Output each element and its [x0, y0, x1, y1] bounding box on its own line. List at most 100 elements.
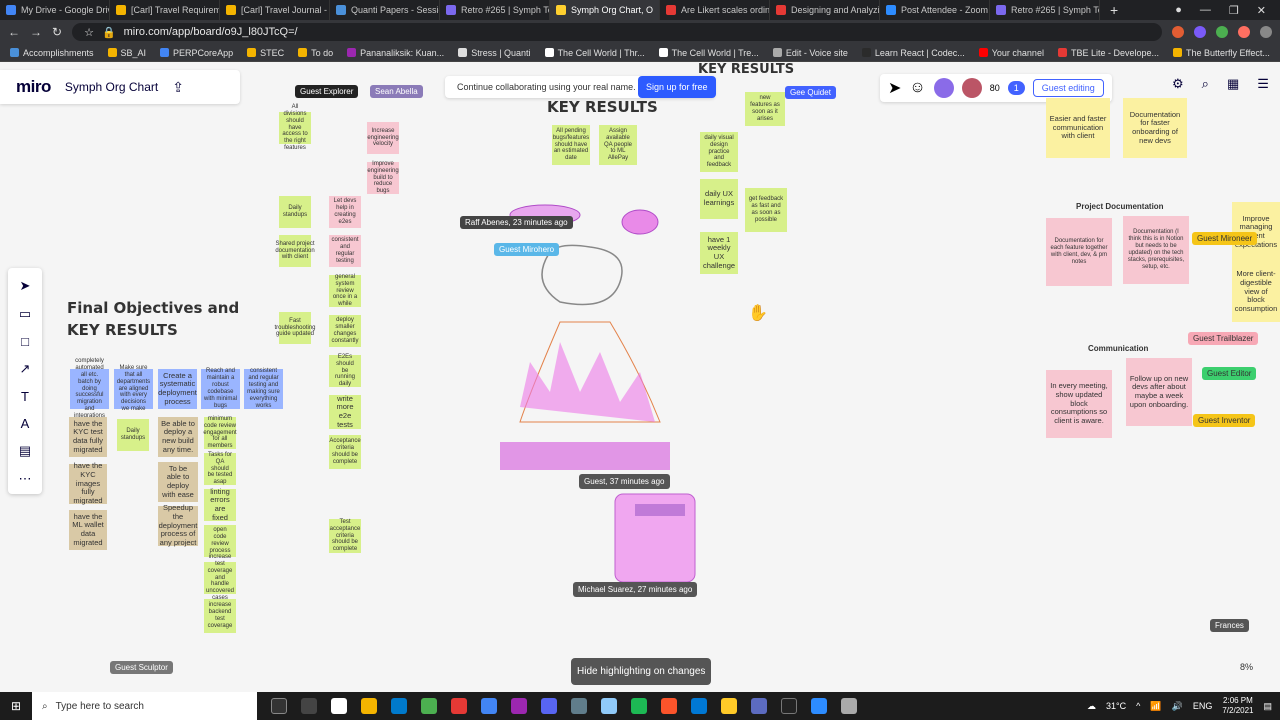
back-icon[interactable]: ← — [8, 25, 20, 39]
url-field[interactable]: ☆ 🔒 miro.com/app/board/o9J_l80JTcQ=/ — [72, 23, 1162, 41]
bookmark-item[interactable]: Your channel — [978, 48, 1044, 58]
bookmark-item[interactable]: The Cell World | Thr... — [544, 48, 645, 58]
sticky-note[interactable]: get feedback as fast and as soon as poss… — [745, 188, 787, 232]
search-icon[interactable]: ⌕ — [1202, 76, 1209, 92]
cortana-icon[interactable] — [271, 698, 287, 714]
browser-tab[interactable]: Post Attendee - Zoom — [880, 0, 990, 20]
sticky-note[interactable]: have 1 weekly UX challenge — [700, 232, 738, 274]
sticky-note[interactable]: Acceptance criteria should be complete — [329, 435, 361, 469]
task-view-icon[interactable] — [301, 698, 317, 714]
guest-editing-dropdown[interactable]: Guest editing — [1032, 79, 1104, 97]
discord-icon[interactable] — [541, 698, 557, 714]
sticky-note[interactable]: Documentation for each feature together … — [1046, 218, 1112, 286]
browser-tab[interactable]: [Carl] Travel Journal - Gr — [220, 0, 330, 20]
app-icon[interactable] — [751, 698, 767, 714]
sticky-note[interactable]: minimum code review engagement for all m… — [203, 416, 236, 450]
sticky-note[interactable]: new features as soon as it arises — [745, 92, 785, 126]
hide-highlighting-button[interactable]: Hide highlighting on changes — [571, 658, 712, 685]
volume-icon[interactable]: 🔊 — [1172, 701, 1183, 712]
browser-tab[interactable]: Are Likert scales ordinal — [660, 0, 770, 20]
miro-board-canvas[interactable]: miro Symph Org Chart ⇪ Guest Explorer Se… — [0, 62, 1280, 692]
pen-tool-icon[interactable]: A — [21, 416, 30, 431]
board-title[interactable]: Symph Org Chart — [65, 80, 158, 94]
select-tool-icon[interactable]: ➤ — [20, 278, 31, 294]
avatar[interactable] — [933, 78, 954, 98]
sticky-note[interactable]: completely automated all etc. batch by d… — [70, 358, 109, 419]
sticky-note[interactable]: Daily standups — [117, 419, 149, 451]
new-tab-button[interactable]: + — [1100, 0, 1128, 20]
sticky-note[interactable]: Speedup the deployment process of any pr… — [158, 504, 198, 547]
sticky-note[interactable]: E2Es should be running daily — [329, 354, 361, 387]
maximize-icon[interactable]: ❐ — [1229, 4, 1239, 17]
sticky-note[interactable]: Documentation for faster onboarding of n… — [1123, 98, 1187, 158]
clock[interactable]: 2:06 PM 7/2/2021 — [1222, 696, 1253, 715]
bookmark-item[interactable]: Stress | Quanti — [458, 48, 531, 58]
hand-raise-count[interactable]: 1 — [1007, 81, 1025, 95]
browser-tab[interactable]: Designing and Analyzing — [770, 0, 880, 20]
app-icon[interactable] — [571, 698, 587, 714]
sticky-note[interactable]: daily UX learnings — [700, 179, 738, 219]
sticky-note[interactable]: increase test coverage and handle uncove… — [204, 554, 236, 601]
start-menu-icon[interactable]: ⊞ — [0, 699, 32, 713]
extension-icon[interactable] — [1194, 26, 1206, 38]
notes-icon[interactable]: ☰ — [1257, 76, 1269, 92]
bookmark-item[interactable]: STEC — [247, 48, 284, 58]
sticky-note[interactable]: Create a systematic deployment process — [158, 369, 197, 409]
app-icon[interactable] — [781, 698, 797, 714]
bookmark-item[interactable]: To do — [298, 48, 333, 58]
brave-icon[interactable] — [661, 698, 677, 714]
sticky-note[interactable]: Test acceptance criteria should be compl… — [329, 519, 361, 553]
sticky-note[interactable]: have the ML wallet data migrated — [69, 510, 107, 550]
spotify-icon[interactable] — [631, 698, 647, 714]
text-tool-icon[interactable]: T — [21, 389, 29, 404]
sticky-note[interactable]: Tasks for QA should be tested asap — [204, 452, 236, 485]
sticky-note[interactable]: Assign available QA people to ML AllePay — [599, 125, 637, 165]
settings-sliders-icon[interactable]: ⚙ — [1172, 76, 1184, 92]
app-icon[interactable] — [601, 698, 617, 714]
avatar[interactable] — [961, 78, 982, 98]
bookmark-item[interactable]: The Cell World | Tre... — [658, 48, 759, 58]
sticky-note[interactable]: In every meeting, show updated block con… — [1046, 370, 1112, 438]
browser-tab[interactable]: Retro #265 | Symph Tea — [990, 0, 1100, 20]
close-window-icon[interactable]: ✕ — [1257, 4, 1266, 17]
temperature[interactable]: 31°C — [1106, 701, 1126, 711]
sticky-note[interactable]: daily visual design practice and feedbac… — [700, 132, 738, 172]
extension-icon[interactable] — [1238, 26, 1250, 38]
sticky-note[interactable]: Easier and faster communication with cli… — [1046, 98, 1110, 158]
file-explorer-icon[interactable] — [361, 698, 377, 714]
browser-tab[interactable]: Quanti Papers - Session — [330, 0, 440, 20]
sticky-note[interactable]: Let devs help in creating e2es — [329, 196, 361, 228]
sticky-note[interactable]: consistent and regular testing — [329, 235, 361, 267]
language-indicator[interactable]: ENG — [1193, 701, 1213, 711]
weather-icon[interactable]: ☁ — [1087, 701, 1096, 712]
mail-icon[interactable] — [691, 698, 707, 714]
bookmark-item[interactable]: TBE Lite - Develope... — [1057, 48, 1159, 58]
sticky-note[interactable]: Reach and maintain a robust codebase wit… — [201, 368, 240, 409]
connector-tool-icon[interactable]: ↗ — [20, 361, 31, 377]
grid-icon[interactable]: ▦ — [1227, 76, 1239, 92]
sticky-note[interactable]: increase backend test coverage — [204, 599, 236, 633]
network-icon[interactable]: 📶 — [1150, 701, 1161, 712]
miro-logo[interactable]: miro — [16, 77, 51, 97]
bookmark-item[interactable]: Edit - Voice site — [772, 48, 848, 58]
taskbar-search-input[interactable]: ⌕ Type here to search — [32, 692, 257, 720]
notification-icon[interactable]: ▤ — [1263, 701, 1272, 712]
shape-tool-icon[interactable]: □ — [21, 334, 29, 349]
pointer-tool-icon[interactable]: ➤ — [888, 78, 901, 98]
browser-tab[interactable]: [Carl] Travel Requireme — [110, 0, 220, 20]
sticky-note[interactable]: Be able to deploy a new build any time. — [158, 417, 198, 457]
notion-icon[interactable] — [331, 698, 347, 714]
tray-chevron-icon[interactable]: ^ — [1136, 701, 1140, 711]
signup-button[interactable]: Sign up for free — [638, 76, 716, 98]
sticky-note[interactable]: Follow up on new devs after about maybe … — [1126, 358, 1192, 426]
app-icon[interactable] — [721, 698, 737, 714]
sticky-note[interactable]: Improve engineering build to reduce bugs — [367, 161, 399, 194]
collaborator-count[interactable]: 80 — [990, 83, 1000, 93]
bookmark-item[interactable]: Pananaliksik: Kuan... — [347, 48, 444, 58]
sticky-note[interactable]: Daily standups — [279, 196, 311, 228]
sticky-note[interactable]: general system review once in a while — [329, 274, 361, 307]
bookmark-item[interactable]: Accomplishments — [10, 48, 94, 58]
app-icon[interactable] — [511, 698, 527, 714]
menu-icon[interactable] — [1260, 26, 1272, 38]
zoom-icon[interactable] — [811, 698, 827, 714]
